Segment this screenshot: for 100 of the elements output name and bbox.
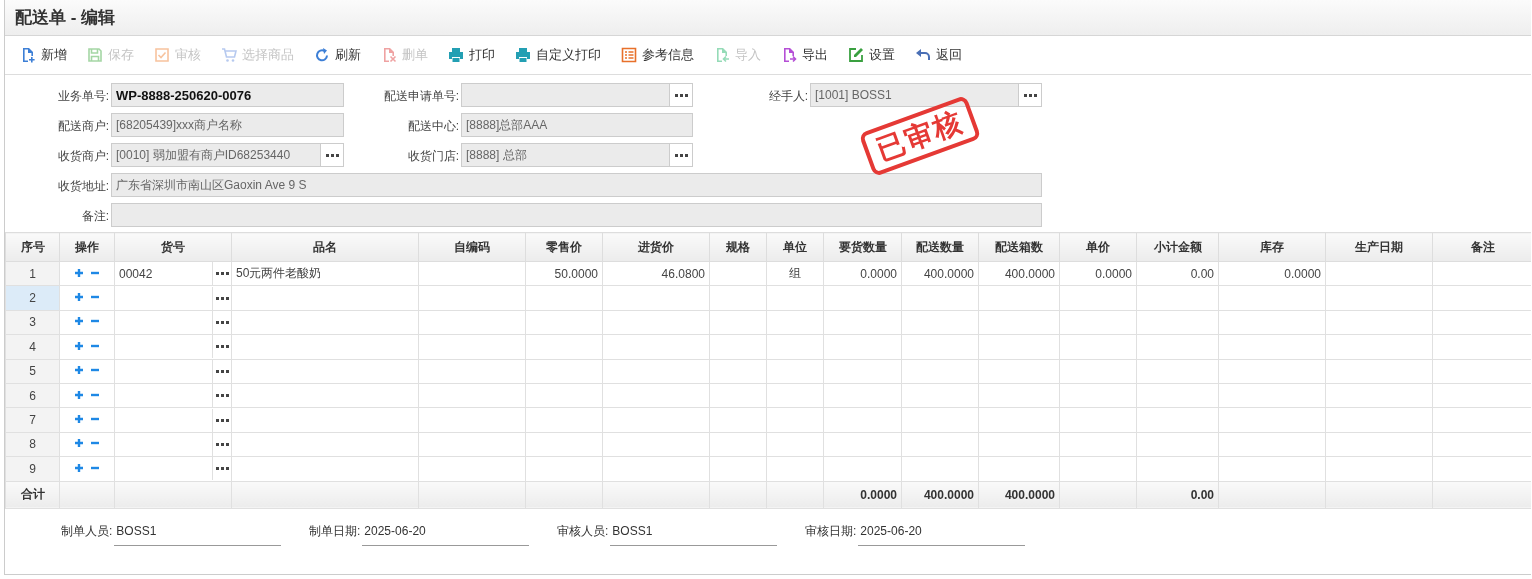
row-number-cell[interactable]: 8 xyxy=(5,432,60,457)
row-number-cell[interactable]: 3 xyxy=(5,310,60,335)
refresh-icon xyxy=(314,47,330,63)
input-field[interactable]: WP-8888-250620-0076 xyxy=(111,83,344,107)
field-label: 配送中心: xyxy=(406,118,459,135)
more-button[interactable] xyxy=(320,144,343,166)
row-number-cell[interactable]: 4 xyxy=(5,334,60,360)
column-header: 规格 xyxy=(709,232,767,262)
more-button[interactable] xyxy=(669,84,692,106)
column-header: 库存 xyxy=(1218,232,1326,262)
field-label: 经手人: xyxy=(767,88,808,105)
row-number-cell[interactable]: 9 xyxy=(5,456,60,481)
input-field[interactable]: [8888]总部AAA xyxy=(461,113,693,137)
column-header: 配送数量 xyxy=(901,232,979,262)
table-cell: 组 xyxy=(789,266,801,281)
field-label: 收货商户: xyxy=(56,148,109,165)
toolbar-button[interactable]: 打印 xyxy=(441,43,502,67)
column-header: 零售价 xyxy=(525,232,603,262)
toolbar-button[interactable]: 设置 xyxy=(841,43,902,67)
add-row-icon[interactable] xyxy=(74,365,84,376)
row-number-cell[interactable]: 7 xyxy=(5,407,60,433)
more-button[interactable] xyxy=(212,262,231,286)
more-button[interactable] xyxy=(212,335,231,359)
column-header: 单价 xyxy=(1059,232,1137,262)
row-number-cell[interactable]: 6 xyxy=(5,383,60,408)
table-cell: 0.0000 xyxy=(1095,266,1132,281)
document-icon xyxy=(714,47,730,63)
column-header: 品名 xyxy=(231,232,419,262)
undo-icon xyxy=(915,47,931,63)
table-cell: 50元两件老酸奶 xyxy=(236,266,322,281)
toolbar-button[interactable]: 新增 xyxy=(13,43,74,67)
more-button[interactable] xyxy=(1018,84,1041,106)
signature-value: BOSS1 xyxy=(114,522,281,546)
table-cell: 400.0000 xyxy=(923,266,974,281)
printer-icon xyxy=(515,47,531,63)
field-label: 业务单号: xyxy=(56,88,109,105)
input-field[interactable]: 广东省深圳市南山区Gaoxin Ave 9 S xyxy=(111,173,1042,197)
table-cell: 50.0000 xyxy=(554,266,598,281)
input-field[interactable]: [8888] 总部 xyxy=(461,143,693,167)
table-cell: 400.0000 xyxy=(1004,266,1055,281)
total-cell: 400.0000 xyxy=(923,487,974,502)
input-field[interactable]: [1001] BOSS1 xyxy=(810,83,1042,107)
add-row-icon[interactable] xyxy=(74,389,84,400)
more-button[interactable] xyxy=(669,144,692,166)
table-cell: 0.0000 xyxy=(860,266,897,281)
window-title: 配送单 - 编辑 xyxy=(15,7,116,29)
cart-icon xyxy=(221,47,237,63)
field-label: 备注: xyxy=(80,208,109,225)
add-row-icon[interactable] xyxy=(74,292,84,303)
more-button[interactable] xyxy=(212,286,231,310)
more-button[interactable] xyxy=(212,457,231,481)
list-icon xyxy=(621,47,637,63)
field-label: 收货门店: xyxy=(406,148,459,165)
printer-icon xyxy=(448,47,464,63)
document-icon xyxy=(781,47,797,63)
table-cell: 0.00 xyxy=(1190,266,1214,281)
add-row-icon[interactable] xyxy=(74,316,84,327)
total-label: 合计 xyxy=(20,487,45,501)
toolbar-button[interactable]: 自定义打印 xyxy=(508,43,608,67)
checkbox-icon xyxy=(154,47,170,63)
field-label: 配送申请单号: xyxy=(382,88,459,105)
total-cell: 0.0000 xyxy=(860,487,897,502)
toolbar-button[interactable]: 导出 xyxy=(774,43,835,67)
row-number-cell[interactable]: 5 xyxy=(5,359,60,384)
total-cell: 0.00 xyxy=(1190,487,1214,502)
column-header: 自编码 xyxy=(418,232,526,262)
more-button[interactable] xyxy=(212,310,231,334)
more-button[interactable] xyxy=(212,408,231,432)
add-row-icon[interactable] xyxy=(74,462,84,473)
signature-label: 制单日期: xyxy=(309,522,361,539)
row-number-cell[interactable]: 1 xyxy=(5,261,60,286)
column-header: 货号 xyxy=(114,232,232,262)
table-cell: 00042 xyxy=(119,266,153,281)
add-row-icon[interactable] xyxy=(74,340,84,351)
more-button[interactable] xyxy=(212,384,231,408)
input-field[interactable]: [0010] 弱加盟有商户ID68253440 xyxy=(111,143,344,167)
input-field[interactable]: [68205439]xxx商户名称 xyxy=(111,113,344,137)
table-cell: 46.0800 xyxy=(661,266,705,281)
document-icon xyxy=(20,47,36,63)
column-header: 进货价 xyxy=(602,232,710,262)
signature-label: 审核日期: xyxy=(805,522,857,539)
field-label: 配送商户: xyxy=(56,118,109,135)
input-field[interactable] xyxy=(111,203,1042,227)
toolbar-button[interactable]: 返回 xyxy=(908,43,969,67)
add-row-icon[interactable] xyxy=(74,438,84,449)
toolbar-button[interactable]: 参考信息 xyxy=(614,43,701,67)
more-button[interactable] xyxy=(212,432,231,456)
column-header: 生产日期 xyxy=(1325,232,1433,262)
add-row-icon[interactable] xyxy=(74,414,84,425)
toolbar-button[interactable]: 刷新 xyxy=(307,43,368,67)
column-header: 序号 xyxy=(5,232,60,262)
more-button[interactable] xyxy=(212,359,231,383)
total-cell: 400.0000 xyxy=(1004,487,1055,502)
column-header: 单位 xyxy=(766,232,824,262)
signature-value: BOSS1 xyxy=(610,522,777,546)
input-field[interactable] xyxy=(461,83,693,107)
row-number-cell[interactable]: 2 xyxy=(5,285,60,311)
signature-value: 2025-06-20 xyxy=(362,522,529,546)
document-icon xyxy=(381,47,397,63)
add-row-icon[interactable] xyxy=(74,267,84,278)
